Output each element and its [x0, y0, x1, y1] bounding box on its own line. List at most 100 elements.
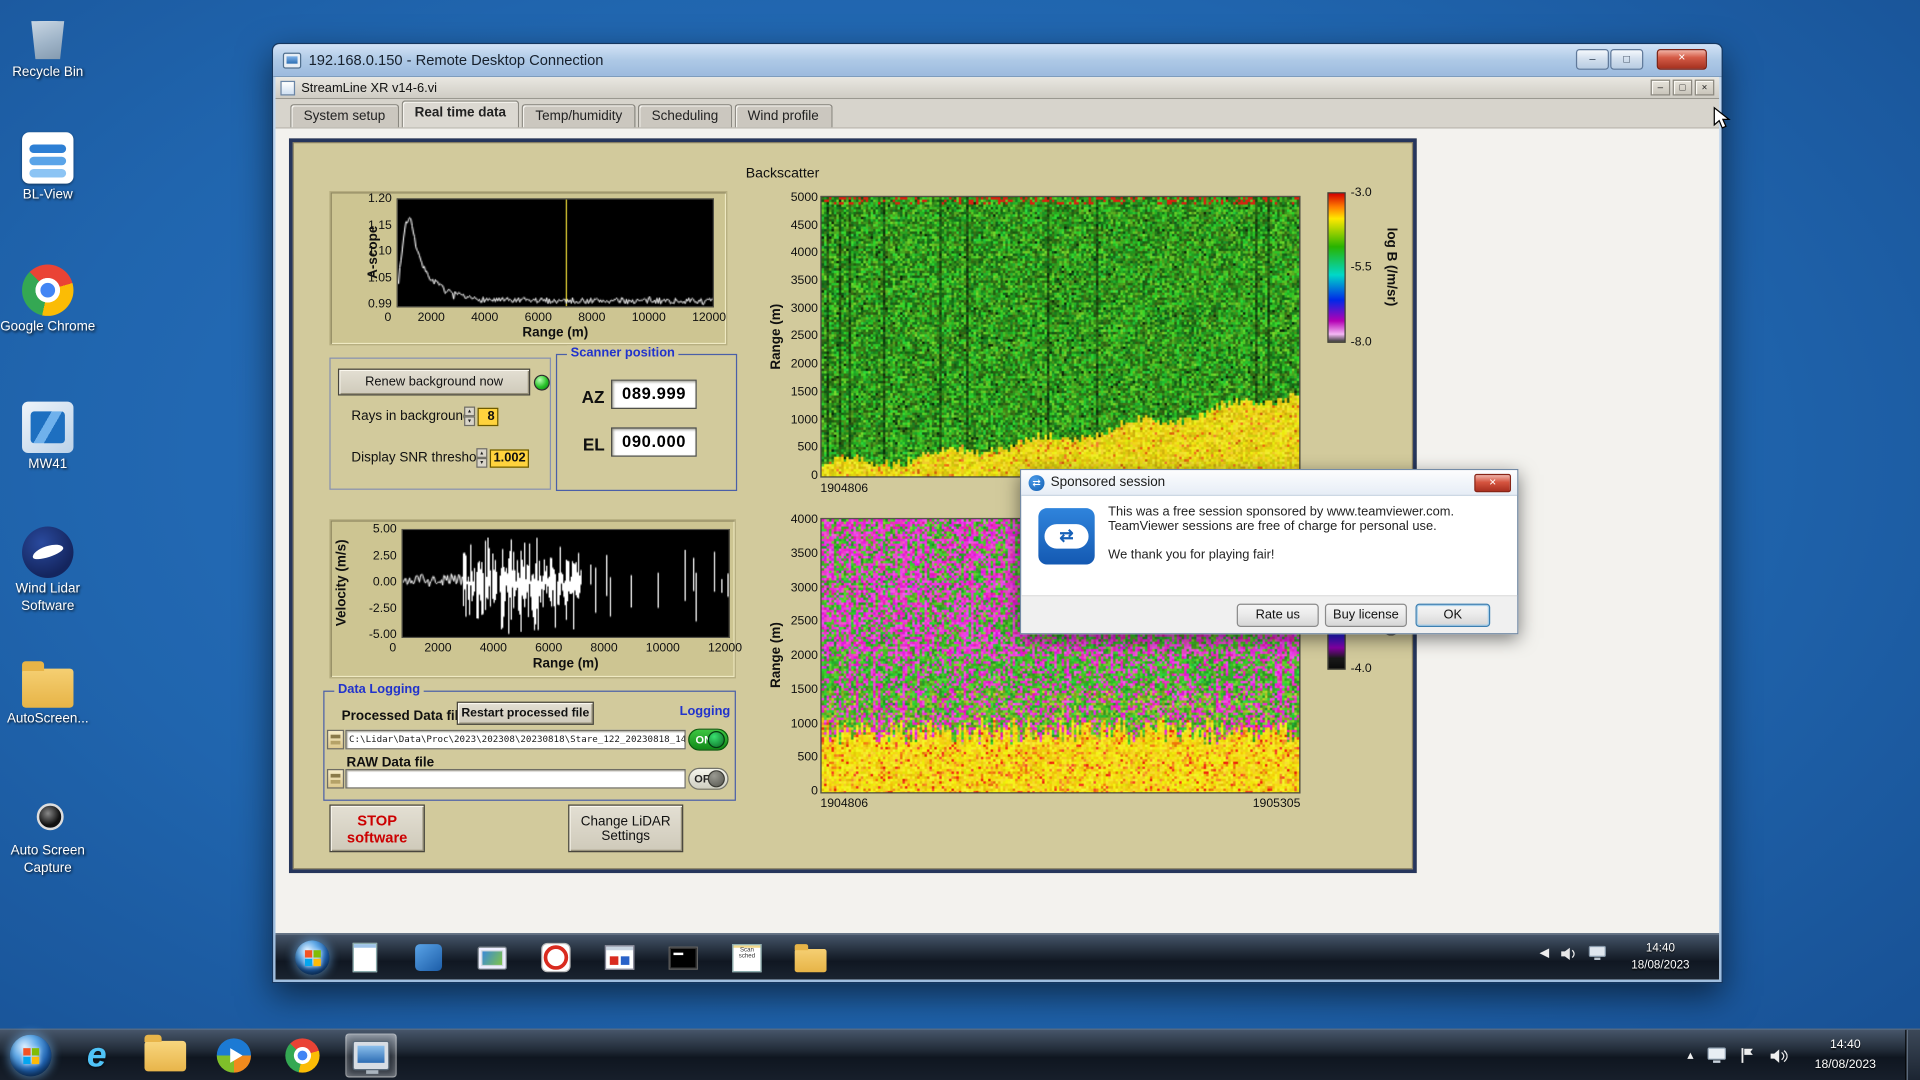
data-logging-title: Data Logging [334, 682, 424, 697]
processed-path-field[interactable]: C:\Lidar\Data\Proc\2023\202308\20230818\… [345, 729, 686, 750]
rate-us-button[interactable]: Rate us [1236, 603, 1319, 627]
tab-temp-humidity[interactable]: Temp/humidity [521, 104, 636, 128]
restart-processed-file-button[interactable]: Restart processed file [456, 701, 594, 725]
desktop-icon-bl-view[interactable]: BL-View [0, 132, 96, 204]
media-player-icon[interactable] [208, 1033, 259, 1077]
dialog-close-button[interactable]: × [1474, 473, 1512, 493]
spin-up-icon[interactable]: ▴ [464, 406, 476, 417]
taskbar-scan-sched-icon[interactable]: Scan sched [726, 939, 768, 976]
tick-label: 4500 [790, 218, 818, 233]
desktop-icon-label: Google Chrome [0, 319, 96, 335]
spin-down-icon[interactable]: ▾ [464, 416, 476, 427]
scanner-position-group: Scanner position AZ 089.999 EL 090.000 [555, 345, 738, 492]
processed-path-browse-icon[interactable] [326, 729, 345, 750]
taskbar-app-icon[interactable] [408, 939, 450, 976]
processed-logging-toggle[interactable]: ON [688, 728, 729, 751]
tick-label: 1500 [790, 385, 818, 399]
taskbar-display-icon[interactable] [471, 939, 513, 976]
tab-real-time-data[interactable]: Real time data [401, 100, 520, 128]
session-tray-expand-icon[interactable]: ◀ [1540, 947, 1549, 960]
tick-label: 4000 [479, 641, 507, 656]
session-clock-time: 14:40 [1645, 941, 1675, 956]
app-title: StreamLine XR v14-6.vi [301, 80, 438, 95]
tick-label: 2500 [790, 615, 818, 629]
app-minimize-button[interactable]: – [1650, 79, 1671, 96]
raw-logging-toggle[interactable]: OFF [688, 767, 729, 790]
desktop-icon-wind-lidar[interactable]: Wind Lidar Software [0, 526, 96, 616]
show-desktop-button[interactable] [1905, 1029, 1920, 1080]
buy-license-button[interactable]: Buy license [1324, 603, 1407, 627]
tick-label: 1.05 [367, 271, 392, 285]
tab-system-setup[interactable]: System setup [290, 104, 399, 128]
app-close-button[interactable]: × [1694, 79, 1715, 96]
tick-label: 500 [797, 441, 818, 455]
el-value-field[interactable]: 090.000 [611, 427, 697, 457]
dialog-title-bar[interactable]: ⇄ Sponsored session × [1021, 470, 1518, 496]
session-display-tray-icon[interactable] [1588, 945, 1606, 961]
el-label: EL [582, 434, 605, 455]
ok-button[interactable]: OK [1415, 603, 1491, 627]
spin-down-icon[interactable]: ▾ [476, 457, 488, 468]
tick-label: 3000 [790, 581, 818, 595]
labview-app-icon [280, 80, 296, 95]
bl-view-icon [22, 132, 74, 184]
tick-label: 0.99 [367, 297, 392, 312]
taskbar-xr-window-icon[interactable] [599, 939, 641, 976]
tab-wind-profile[interactable]: Wind profile [734, 104, 833, 128]
velocity-heatmap-x-ticks: 1904806 1905305 [820, 797, 1300, 810]
change-lidar-settings-button[interactable]: Change LiDAR Settings [568, 804, 684, 853]
snr-threshold-value[interactable]: 1.002 [489, 449, 529, 468]
velocity-x-ticks: 0 2000 4000 6000 8000 10000 12000 [389, 642, 742, 655]
tick-label: 1904806 [820, 482, 869, 496]
session-volume-icon[interactable] [1560, 946, 1577, 961]
windows-explorer-icon[interactable] [140, 1033, 191, 1077]
raw-path-browse-icon[interactable] [326, 768, 345, 789]
desktop-icon-auto-screen-capture[interactable]: Auto Screen Capture [0, 789, 96, 878]
raw-path-field[interactable] [345, 768, 686, 789]
spin-up-icon[interactable]: ▴ [476, 448, 488, 458]
taskbar-power-off-icon[interactable] [535, 939, 577, 976]
ascope-y-ticks: 1.20 1.15 1.10 1.05 0.99 [354, 192, 392, 311]
rdp-maximize-button[interactable]: □ [1610, 48, 1644, 70]
tick-label: 1.10 [367, 244, 392, 259]
desktop-icon-autoscreen-folder[interactable]: AutoScreen... [0, 659, 96, 728]
app-title-bar[interactable]: StreamLine XR v14-6.vi – □ × [275, 77, 1720, 100]
internet-explorer-icon[interactable]: e [71, 1033, 122, 1077]
rays-in-background-value[interactable]: 8 [477, 407, 499, 427]
az-value-field[interactable]: 089.999 [611, 379, 697, 409]
taskbar-folder-icon[interactable] [790, 939, 832, 976]
desktop-icon-recycle-bin[interactable]: Recycle Bin [0, 10, 96, 82]
chrome-taskbar-icon[interactable] [277, 1033, 328, 1077]
desktop-icon-mw41[interactable]: MW41 [0, 401, 96, 474]
taskbar-clock[interactable]: 14:40 18/08/2023 [1798, 1036, 1894, 1074]
action-center-flag-icon[interactable] [1740, 1047, 1756, 1064]
rdp-minimize-button[interactable]: – [1575, 48, 1609, 70]
velocity-heatmap-y-ticks: 4000 3500 3000 2500 2000 1500 1000 500 0 [781, 513, 818, 798]
session-clock[interactable]: 14:40 18/08/2023 [1621, 940, 1699, 974]
renew-background-button[interactable]: Renew background now [337, 368, 531, 396]
tick-label: 8000 [590, 641, 618, 656]
tray-display-icon[interactable] [1707, 1047, 1727, 1064]
snr-spinner[interactable]: ▴ ▾ [476, 448, 488, 468]
app-restore-button[interactable]: □ [1672, 79, 1693, 96]
start-button[interactable] [9, 1034, 52, 1077]
rdp-taskbar-icon-active[interactable] [345, 1033, 397, 1078]
session-start-button[interactable] [295, 940, 330, 975]
ascope-x-axis-label: Range (m) [522, 325, 589, 341]
taskbar-cmd-icon[interactable] [662, 939, 704, 976]
rays-spinner[interactable]: ▴ ▾ [464, 406, 476, 427]
tick-label: 1.15 [367, 218, 392, 233]
tray-expand-icon[interactable]: ▴ [1687, 1049, 1693, 1062]
desktop-icon-google-chrome[interactable]: Google Chrome [0, 264, 96, 336]
rdp-close-button[interactable]: × [1656, 48, 1707, 70]
rdp-title-bar[interactable]: 192.168.0.150 - Remote Desktop Connectio… [273, 44, 1722, 78]
stop-software-button[interactable]: STOP software [329, 804, 425, 853]
tick-label: 6000 [524, 311, 552, 325]
dialog-title: Sponsored session [1050, 475, 1166, 490]
tick-label: 0 [811, 468, 818, 483]
tab-scheduling[interactable]: Scheduling [638, 104, 732, 128]
tick-label: 0 [389, 641, 397, 656]
volume-icon[interactable] [1769, 1048, 1788, 1064]
taskbar-notepad-icon[interactable] [344, 939, 386, 976]
tick-label: 6000 [535, 641, 563, 656]
